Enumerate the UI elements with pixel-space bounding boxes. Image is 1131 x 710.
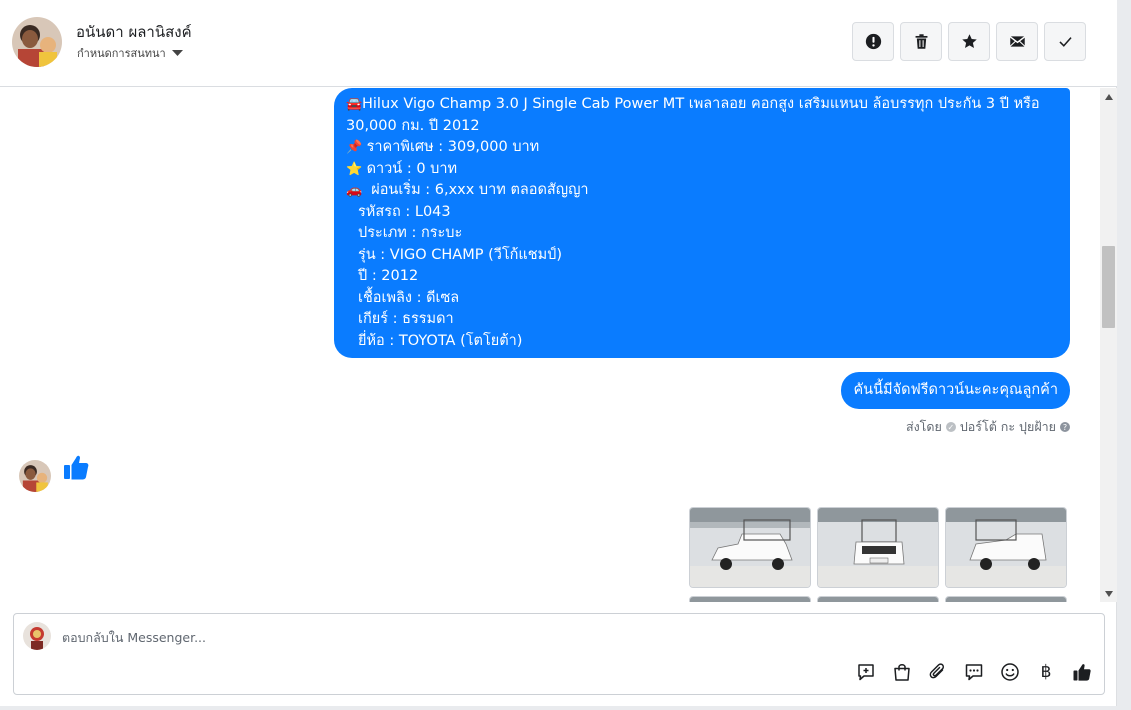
scroll-down-arrow-icon[interactable] xyxy=(1100,585,1117,602)
mark-done-button[interactable] xyxy=(1044,22,1086,61)
thumbs-up-icon xyxy=(64,455,89,480)
baht-icon: ฿ xyxy=(1040,662,1052,682)
message-line-title: 🚘Hilux Vigo Champ 3.0 J Single Cab Power… xyxy=(346,96,1040,134)
trash-icon xyxy=(915,34,927,49)
scroll-up-arrow-icon[interactable] xyxy=(1100,88,1117,105)
chat-plus-icon xyxy=(858,664,874,681)
car-emoji-icon: 🚘 xyxy=(346,97,363,112)
sent-by-info: ส่งโดย ✓ ปอร์โต้ กะ ปุยฝ้าย ? xyxy=(906,417,1070,437)
contact-avatar-small[interactable] xyxy=(19,460,51,492)
contact-avatar[interactable] xyxy=(12,17,62,67)
message-line-year: ปี : 2012 xyxy=(358,268,419,284)
conversation-header: อนันดา ผลานิสงค์ กำหนดการสนทนา xyxy=(0,0,1117,87)
scrollbar-thumb[interactable] xyxy=(1102,246,1115,328)
check-icon xyxy=(1058,37,1072,47)
star-emoji-icon: ⭐ xyxy=(346,161,363,177)
delete-button[interactable] xyxy=(900,22,942,61)
attach-button[interactable] xyxy=(926,660,950,684)
message-thread: 🚘Hilux Vigo Champ 3.0 J Single Cab Power… xyxy=(0,88,1100,602)
message-line-installment: 🚗 ผ่อนเริ่ม : 6,xxx บาท ตลอดสัญญา xyxy=(346,180,1058,202)
conversation-options-dropdown[interactable]: กำหนดการสนทนา xyxy=(77,44,183,62)
message-bubble-outgoing-short[interactable]: คันนี้มีจัดฟรีดาวน์นะคะคุณลูกค้า xyxy=(841,372,1070,409)
saved-replies-button[interactable] xyxy=(962,660,986,684)
thread-scrollbar[interactable] xyxy=(1100,88,1117,602)
caret-down-icon xyxy=(171,50,183,56)
emoji-button[interactable] xyxy=(998,660,1022,684)
message-line-type: ประเภท : กระบะ xyxy=(358,225,463,241)
message-bubble-outgoing[interactable]: 🚘Hilux Vigo Champ 3.0 J Single Cab Power… xyxy=(334,88,1070,358)
sent-by-label: ส่งโดย xyxy=(905,419,942,434)
conversation-options-label: กำหนดการสนทนา xyxy=(77,47,166,60)
star-icon xyxy=(961,34,977,48)
mark-unread-button[interactable] xyxy=(996,22,1038,61)
reply-composer: ฿ xyxy=(13,613,1105,695)
car-emoji-icon: 🚗 xyxy=(346,183,363,198)
paperclip-icon xyxy=(929,663,945,679)
speech-bubble-icon xyxy=(965,664,983,681)
message-line-down: ⭐ ดาวน์ : 0 บาท xyxy=(346,159,1058,181)
send-like-button[interactable] xyxy=(1070,660,1094,684)
message-line-brand: ยี่ห้อ : TOYOTA (โตโยต้า) xyxy=(358,332,523,349)
alert-icon xyxy=(865,33,881,50)
mark-spam-button[interactable] xyxy=(852,22,894,61)
car-photo-thumbnail[interactable] xyxy=(689,507,811,588)
car-photo-thumbnail[interactable] xyxy=(817,596,939,602)
message-line-fuel: เชื้อเพลิง : ดีเซล xyxy=(358,289,460,306)
pushpin-emoji-icon: 📌 xyxy=(346,140,363,155)
messenger-window: อนันดา ผลานิสงค์ กำหนดการสนทนา 🚘Hilux Vi… xyxy=(0,0,1117,706)
smiley-icon xyxy=(1001,663,1019,681)
chat-plus-button[interactable] xyxy=(854,660,878,684)
car-photo-thumbnail[interactable] xyxy=(817,507,939,588)
message-line-model: รุ่น : VIGO CHAMP (วีโก้แชมป์) xyxy=(358,246,563,263)
help-icon[interactable]: ? xyxy=(1060,422,1070,432)
shop-button[interactable] xyxy=(890,660,914,684)
payment-button[interactable]: ฿ xyxy=(1034,660,1058,684)
message-line-gear: เกียร์ : ธรรมดา xyxy=(358,311,454,327)
car-photo-thumbnail[interactable] xyxy=(945,507,1067,588)
message-line-car-code: รหัสรถ : L043 xyxy=(358,203,451,220)
bag-icon xyxy=(894,664,910,681)
contact-name[interactable]: อนันดา ผลานิสงค์ xyxy=(76,20,192,44)
sent-by-name[interactable]: ปอร์โต้ กะ ปุยฝ้าย xyxy=(960,417,1056,437)
mail-icon xyxy=(1009,36,1025,47)
reply-input[interactable] xyxy=(62,627,762,647)
car-photo-thumbnail[interactable] xyxy=(689,596,811,602)
page-avatar xyxy=(23,622,51,650)
message-line-price: 📌 ราคาพิเศษ : 309,000 บาท xyxy=(346,137,1058,159)
star-button[interactable] xyxy=(948,22,990,61)
verified-icon: ✓ xyxy=(945,422,956,432)
thumbs-up-icon xyxy=(1073,664,1091,681)
car-photo-thumbnail[interactable] xyxy=(945,596,1067,602)
